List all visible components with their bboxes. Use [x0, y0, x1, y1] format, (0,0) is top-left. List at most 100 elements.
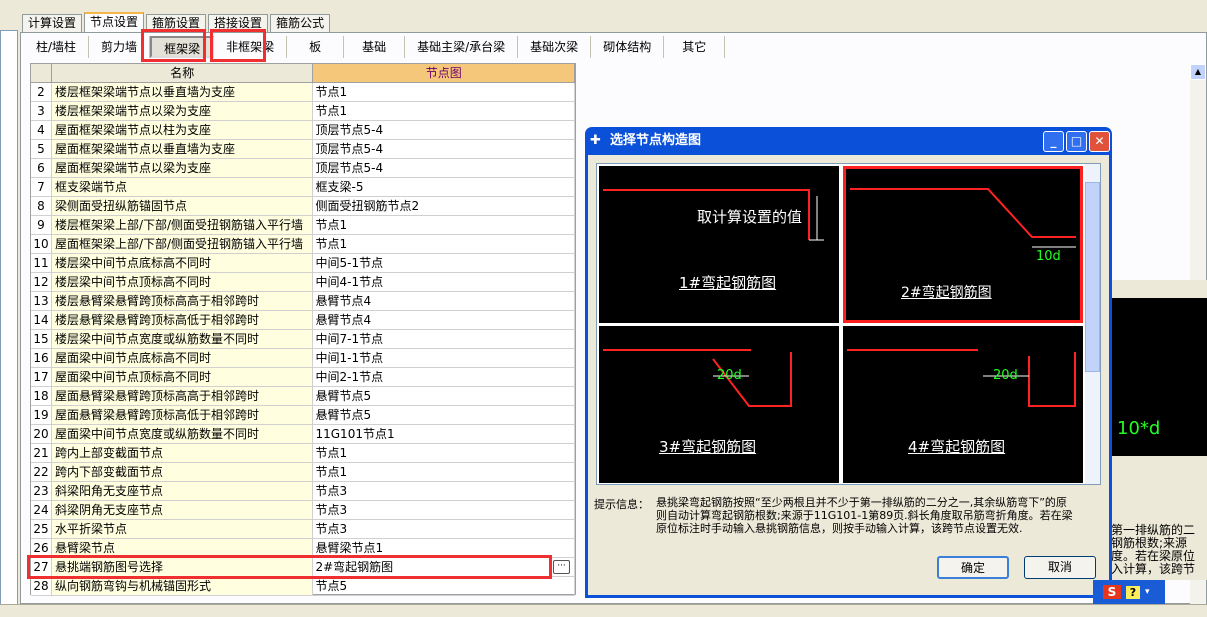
- subtab-slab[interactable]: 板: [287, 36, 345, 58]
- subtab-foundation-main-beam[interactable]: 基础主梁/承台梁: [405, 36, 519, 58]
- sogou-icon[interactable]: S: [1103, 585, 1121, 599]
- node-diagram-value[interactable]: 悬臂节点4: [313, 311, 575, 329]
- minimize-icon[interactable]: _: [1043, 131, 1064, 152]
- table-row[interactable]: 13 楼层悬臂梁悬臂跨顶标高高于相邻跨时 悬臂节点4: [31, 292, 575, 311]
- table-row[interactable]: 15 楼层梁中间节点宽度或纵筋数量不同时 中间7-1节点: [31, 330, 575, 349]
- table-row[interactable]: 14 楼层悬臂梁悬臂跨顶标高低于相邻跨时 悬臂节点4: [31, 311, 575, 330]
- dialog-title-bar[interactable]: ✚ 选择节点构造图 _ □ ✕: [588, 127, 1110, 155]
- subtab-foundation-secondary-beam[interactable]: 基础次梁: [518, 36, 592, 58]
- row-number: 21: [31, 444, 52, 462]
- table-row[interactable]: 12 楼层梁中间节点顶标高不同时 中间4-1节点: [31, 273, 575, 292]
- table-row[interactable]: 6 屋面框架梁端节点以梁为支座 顶层节点5-4: [31, 159, 575, 178]
- subtab-foundation[interactable]: 基础: [344, 36, 406, 58]
- node-diagram-value[interactable]: 节点5: [313, 577, 575, 595]
- diagram-option-2[interactable]: 10d 2#弯起钢筋图: [843, 166, 1083, 323]
- table-row[interactable]: 9 楼层框架梁上部/下部/侧面受扭钢筋锚入平行墙 节点1: [31, 216, 575, 235]
- node-diagram-value[interactable]: 节点1: [313, 463, 575, 481]
- diagram-option-4[interactable]: 20d 4#弯起钢筋图: [843, 326, 1083, 483]
- table-row[interactable]: 22 跨内下部变截面节点 节点1: [31, 463, 575, 482]
- row-number: 13: [31, 292, 52, 310]
- status-bar: [0, 604, 1207, 617]
- column-header-node-diagram[interactable]: 节点图: [313, 64, 575, 82]
- scroll-up-icon[interactable]: ▲: [1190, 64, 1206, 80]
- node-diagram-value[interactable]: 侧面受扭钢筋节点2: [313, 197, 575, 215]
- table-row[interactable]: 18 屋面悬臂梁悬臂跨顶标高高于相邻跨时 悬臂节点5: [31, 387, 575, 406]
- table-row[interactable]: 25 水平折梁节点 节点3: [31, 520, 575, 539]
- node-diagram-value[interactable]: 节点3: [313, 520, 575, 538]
- table-row[interactable]: 19 屋面悬臂梁悬臂跨顶标高低于相邻跨时 悬臂节点5: [31, 406, 575, 425]
- diagram-option-3[interactable]: 20d 3#弯起钢筋图: [599, 326, 839, 483]
- node-diagram-value[interactable]: 悬臂节点5: [313, 387, 575, 405]
- node-diagram-value[interactable]: 节点3: [313, 482, 575, 500]
- node-name: 楼层框架梁端节点以垂直墙为支座: [51, 83, 314, 101]
- node-diagram-value[interactable]: 节点1: [313, 235, 575, 253]
- node-name: 屋面梁中间节点宽度或纵筋数量不同时: [51, 425, 314, 443]
- table-row[interactable]: 2 楼层框架梁端节点以垂直墙为支座 节点1: [31, 83, 575, 102]
- tab-stirrup-formula[interactable]: 箍筋公式: [270, 14, 331, 32]
- node-diagram-value[interactable]: 节点1: [313, 102, 575, 120]
- table-row[interactable]: 4 屋面框架梁端节点以柱为支座 顶层节点5-4: [31, 121, 575, 140]
- node-diagram-value[interactable]: 中间5-1节点: [313, 254, 575, 272]
- row-number: 5: [31, 140, 52, 158]
- table-row[interactable]: 3 楼层框架梁端节点以梁为支座 节点1: [31, 102, 575, 121]
- cancel-button[interactable]: 取消: [1024, 556, 1096, 579]
- diagram-gallery: 取计算设置的值 1#弯起钢筋图 10d 2#弯起钢筋图 20d 3#弯起钢筋图 …: [596, 163, 1101, 485]
- node-name: 斜梁阳角无支座节点: [51, 482, 314, 500]
- table-row[interactable]: 7 框支梁端节点 框支梁-5: [31, 178, 575, 197]
- help-icon[interactable]: ?: [1126, 585, 1140, 599]
- row-number: 8: [31, 197, 52, 215]
- node-diagram-value[interactable]: 顶层节点5-4: [313, 159, 575, 177]
- table-row[interactable]: 20 屋面梁中间节点宽度或纵筋数量不同时 11G101节点1: [31, 425, 575, 444]
- node-diagram-value[interactable]: 节点1: [313, 83, 575, 101]
- node-name: 楼层梁中间节点顶标高不同时: [51, 273, 314, 291]
- node-name: 屋面梁中间节点底标高不同时: [51, 349, 314, 367]
- table-row[interactable]: 21 跨内上部变截面节点 节点1: [31, 444, 575, 463]
- maximize-icon[interactable]: □: [1066, 131, 1087, 152]
- node-diagram-value[interactable]: 节点1: [313, 444, 575, 462]
- node-diagram-value[interactable]: 顶层节点5-4: [313, 121, 575, 139]
- node-diagram-value[interactable]: 节点3: [313, 501, 575, 519]
- table-row[interactable]: 16 屋面梁中间节点底标高不同时 中间1-1节点: [31, 349, 575, 368]
- node-name: 楼层悬臂梁悬臂跨顶标高低于相邻跨时: [51, 311, 314, 329]
- node-diagram-value[interactable]: 中间4-1节点: [313, 273, 575, 291]
- node-diagram-value[interactable]: 悬臂节点5: [313, 406, 575, 424]
- gallery-scrollbar[interactable]: [1085, 164, 1100, 484]
- subtab-masonry[interactable]: 砌体结构: [591, 36, 665, 58]
- row-number: 19: [31, 406, 52, 424]
- node-diagram-value[interactable]: 节点1: [313, 216, 575, 234]
- node-diagram-value[interactable]: 悬臂节点4: [313, 292, 575, 310]
- node-diagram-value[interactable]: 11G101节点1: [313, 425, 575, 443]
- member-tabs: 柱/墙柱 剪力墙 框架梁 非框架梁 板 基础 基础主梁/承台梁 基础次梁 砌体结…: [24, 36, 726, 58]
- gallery-scroll-thumb[interactable]: [1085, 182, 1100, 372]
- row-number: 11: [31, 254, 52, 272]
- table-row[interactable]: 24 斜梁阴角无支座节点 节点3: [31, 501, 575, 520]
- diagram-caption: 1#弯起钢筋图: [679, 274, 777, 292]
- tab-node-settings[interactable]: 节点设置: [84, 12, 145, 32]
- table-row[interactable]: 5 屋面框架梁端节点以垂直墙为支座 顶层节点5-4: [31, 140, 575, 159]
- close-icon[interactable]: ✕: [1089, 131, 1110, 152]
- table-row[interactable]: 28 纵向钢筋弯钩与机械锚固形式 节点5: [31, 577, 575, 596]
- node-diagram-value[interactable]: 框支梁-5: [313, 178, 575, 196]
- diagram-caption: 2#弯起钢筋图: [901, 285, 992, 301]
- node-diagram-value[interactable]: 中间2-1节点: [313, 368, 575, 386]
- diagram-option-1[interactable]: 取计算设置的值 1#弯起钢筋图: [599, 166, 839, 323]
- menu-arrow-icon[interactable]: ▾: [1145, 587, 1150, 597]
- node-diagram-value[interactable]: 中间7-1节点: [313, 330, 575, 348]
- column-header-name[interactable]: 名称: [51, 64, 314, 82]
- node-diagram-value[interactable]: 顶层节点5-4: [313, 140, 575, 158]
- diagram-caption: 3#弯起钢筋图: [659, 438, 757, 456]
- table-row[interactable]: 17 屋面梁中间节点顶标高不同时 中间2-1节点: [31, 368, 575, 387]
- subtab-other[interactable]: 其它: [664, 36, 726, 58]
- ellipsis-button[interactable]: ···: [553, 560, 570, 574]
- row-number: 24: [31, 501, 52, 519]
- table-row[interactable]: 23 斜梁阳角无支座节点 节点3: [31, 482, 575, 501]
- table-row[interactable]: 8 梁侧面受扭纵筋锚固节点 侧面受扭钢筋节点2: [31, 197, 575, 216]
- subtab-column[interactable]: 柱/墙柱: [24, 36, 90, 58]
- node-diagram-value[interactable]: 中间1-1节点: [313, 349, 575, 367]
- ok-button[interactable]: 确定: [937, 556, 1009, 579]
- row-number: 28: [31, 577, 52, 595]
- tab-calc-settings[interactable]: 计算设置: [22, 14, 83, 32]
- table-row[interactable]: 11 楼层梁中间节点底标高不同时 中间5-1节点: [31, 254, 575, 273]
- table-row[interactable]: 10 屋面框架梁上部/下部/侧面受扭钢筋锚入平行墙 节点1: [31, 235, 575, 254]
- row-number: 23: [31, 482, 52, 500]
